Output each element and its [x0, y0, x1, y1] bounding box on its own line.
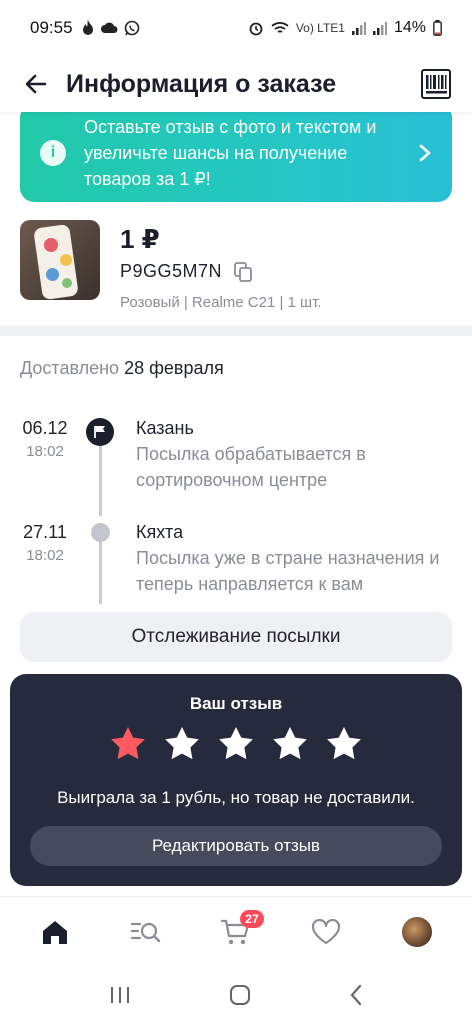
battery-icon — [433, 20, 442, 36]
profile-avatar — [401, 916, 432, 947]
review-promo-banner[interactable]: i Оставьте отзыв с фото и текстом и увел… — [20, 104, 452, 202]
status-time: 09:55 — [30, 18, 73, 37]
star-rating[interactable] — [10, 726, 462, 760]
tracking-entry: Казань Посылка обрабатывается в сортиров… — [136, 418, 452, 493]
chevron-right-icon — [419, 144, 431, 162]
nav-catalog-search[interactable] — [118, 904, 174, 960]
flower-dot — [60, 254, 72, 266]
timeline-line — [99, 444, 102, 516]
star-icon[interactable] — [110, 726, 146, 760]
promo-text: Оставьте отзыв с фото и текстом и увелич… — [84, 117, 377, 189]
delivery-status: Доставлено 28 февраля — [20, 358, 224, 379]
cart-badge: 27 — [239, 909, 264, 928]
flower-dot — [62, 278, 72, 288]
app-header: Информация о заказе — [0, 56, 472, 112]
whatsapp-icon — [124, 20, 139, 36]
track-parcel-button[interactable]: Отслеживание посылки — [20, 612, 452, 662]
status-system-icons: Vo) LTE1 14% — [248, 19, 442, 37]
product-code-row: P9GG5M7N — [120, 261, 321, 282]
star-icon[interactable] — [164, 726, 200, 760]
tracking-timeline: 06.12 18:02 Казань Посылка обрабатываетс… — [20, 418, 452, 604]
product-info: 1 ₽ P9GG5M7N Розовый | Realme C21 | 1 шт… — [120, 220, 322, 311]
info-icon: i — [40, 140, 66, 166]
fire-icon — [82, 20, 93, 35]
copy-icon[interactable] — [234, 261, 252, 282]
star-icon[interactable] — [326, 726, 362, 760]
star-icon[interactable] — [272, 726, 308, 760]
bottom-nav: 27 — [0, 896, 472, 966]
catalog-search-icon — [130, 922, 160, 942]
back-button[interactable] — [16, 64, 56, 104]
dot-icon — [91, 523, 110, 542]
cloud-sync-icon — [100, 22, 118, 33]
tracking-date: 27.11 18:02 — [20, 522, 70, 564]
barcode-icon — [421, 69, 451, 99]
product-image — [20, 220, 100, 300]
status-notification-icons — [81, 20, 140, 36]
network-label: Vo) LTE1 — [295, 21, 345, 35]
flag-icon — [86, 418, 114, 446]
status-bar: 09:55 Vo) LTE1 14% — [0, 0, 472, 56]
product-price: 1 ₽ — [120, 224, 160, 254]
timeline-line — [99, 538, 102, 604]
review-card: Ваш отзыв Выиграла за 1 рубль, но товар … — [10, 674, 462, 886]
nav-cart[interactable]: 27 — [208, 904, 264, 960]
review-title: Ваш отзыв — [189, 694, 283, 713]
tracking-date: 06.12 18:02 — [20, 418, 70, 460]
recent-apps-icon[interactable] — [109, 985, 131, 1005]
nav-home[interactable] — [27, 904, 83, 960]
barcode-button[interactable] — [418, 66, 454, 102]
favorites-heart-icon — [312, 918, 341, 944]
android-nav-bar — [0, 966, 472, 1024]
back-chevron-icon[interactable] — [349, 984, 363, 1006]
home-circle-icon[interactable] — [229, 984, 251, 1006]
edit-review-button[interactable]: Редактировать отзыв — [30, 826, 442, 866]
tracking-city: Казань — [136, 418, 194, 438]
tracking-description: Посылка уже в стране назначения и теперь… — [136, 548, 440, 594]
tracking-city: Кяхта — [136, 522, 184, 542]
tracking-day: 27.11 — [23, 522, 67, 542]
alarm-icon — [249, 22, 263, 36]
product-meta: Розовый | Realme C21 | 1 шт. — [120, 294, 322, 311]
home-icon — [43, 920, 68, 944]
tracking-time: 18:02 — [26, 443, 64, 460]
tracking-day: 06.12 — [22, 418, 68, 438]
section-divider — [0, 326, 472, 336]
tracking-description: Посылка обрабатывается в сортировочном ц… — [136, 444, 366, 490]
page-title: Информация о заказе — [66, 69, 337, 98]
flower-dot — [46, 268, 59, 281]
arrow-left-icon — [25, 74, 47, 94]
delivery-prefix: Доставлено — [20, 358, 120, 378]
product-code: P9GG5M7N — [120, 261, 223, 281]
signal-icon-2 — [372, 22, 387, 35]
nav-profile[interactable] — [389, 904, 445, 960]
flower-dot — [44, 238, 58, 252]
phone-case-shape — [33, 223, 79, 300]
nav-favorites[interactable] — [298, 904, 354, 960]
battery-label: 14% — [393, 19, 426, 36]
delivery-date: 28 февраля — [124, 358, 224, 378]
signal-icon — [351, 22, 366, 35]
review-text: Выиграла за 1 рубль, но товар не достави… — [57, 788, 415, 807]
wifi-icon — [271, 22, 289, 33]
star-icon[interactable] — [218, 726, 254, 760]
tracking-time: 18:02 — [26, 547, 64, 564]
product-card[interactable]: 1 ₽ P9GG5M7N Розовый | Realme C21 | 1 шт… — [20, 220, 452, 311]
tracking-entry: Кяхта Посылка уже в стране назначения и … — [136, 522, 452, 597]
